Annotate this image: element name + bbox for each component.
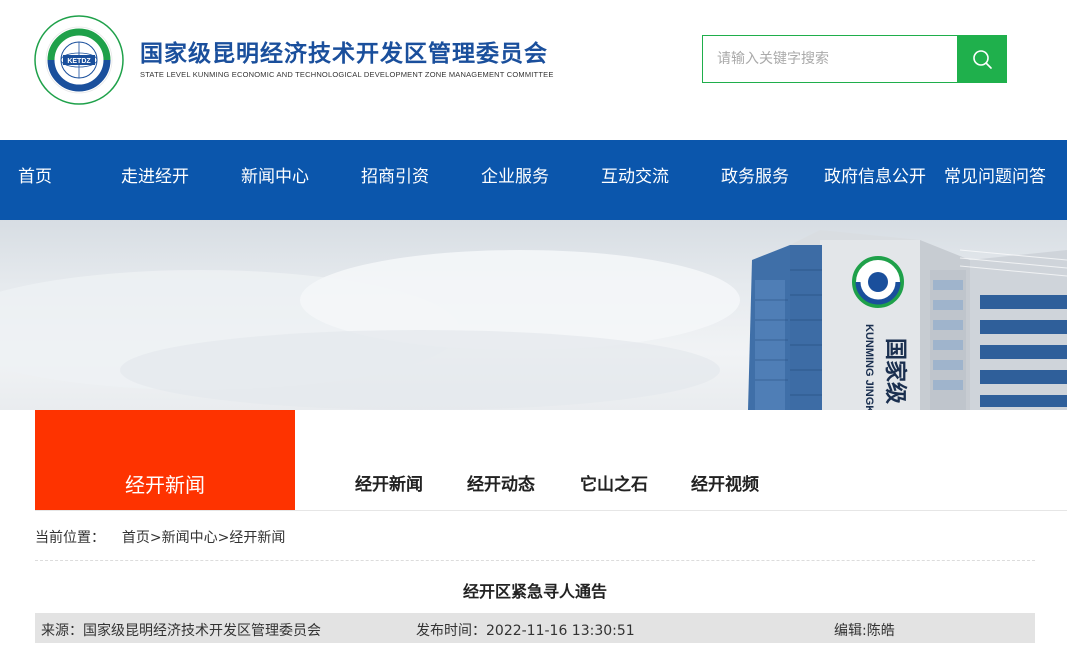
nav-item-info-disclosure[interactable]: 政府信息公开: [824, 140, 926, 220]
nav-item-home[interactable]: 首页: [18, 140, 52, 220]
nav-item-enterprise[interactable]: 企业服务: [481, 140, 549, 220]
article-title: 经开区紧急寻人通告: [462, 582, 607, 601]
article-editor: 编辑:陈皓: [834, 623, 895, 639]
subnav-item-videos[interactable]: 经开视频: [691, 470, 759, 495]
main-nav: 首页 走进经开 新闻中心 招商引资 企业服务 互动交流 政务服务 政府信息公开 …: [0, 140, 1067, 220]
search-icon: [973, 50, 992, 69]
search-button[interactable]: [957, 35, 1007, 83]
current-column-tab: 经开新闻: [35, 410, 295, 510]
site-subtitle: STATE LEVEL KUNMING ECONOMIC AND TECHNOL…: [140, 70, 554, 79]
breadcrumb-separator: >: [149, 530, 162, 546]
nav-item-interaction[interactable]: 互动交流: [601, 140, 669, 220]
nav-item-about[interactable]: 走进经开: [121, 140, 189, 220]
nav-item-faq[interactable]: 常见问题问答: [944, 140, 1046, 220]
current-column-label: 经开新闻: [125, 473, 205, 497]
breadcrumb-divider: [35, 560, 1035, 561]
site-header: KETDZ 国家级昆明经济技术开发区管理委员会 STATE LEVEL KUNM…: [0, 0, 1067, 140]
breadcrumb-current[interactable]: 经开新闻: [229, 530, 285, 546]
breadcrumb-home[interactable]: 首页: [122, 530, 150, 546]
breadcrumb-news-center[interactable]: 新闻中心: [162, 530, 218, 546]
nav-item-news[interactable]: 新闻中心: [241, 140, 309, 220]
logo-icon[interactable]: KETDZ: [33, 14, 125, 106]
nav-item-investment[interactable]: 招商引资: [361, 140, 429, 220]
nav-item-gov-service[interactable]: 政务服务: [721, 140, 789, 220]
breadcrumb: 当前位置： 首页>新闻中心>经开新闻: [35, 527, 285, 547]
svg-text:KUNMING JINGKAI: KUNMING JINGKAI: [863, 324, 875, 410]
banner-image: KUNMING JINGKAI 国家级: [0, 220, 1067, 410]
search-input[interactable]: [703, 36, 958, 82]
article-source: 来源：国家级昆明经济技术开发区管理委员会: [41, 623, 321, 639]
subnav-item-news[interactable]: 经开新闻: [355, 470, 423, 495]
subnav-item-updates[interactable]: 经开动态: [467, 470, 535, 495]
svg-text:国家级: 国家级: [882, 338, 908, 404]
site-title: 国家级昆明经济技术开发区管理委员会: [140, 41, 548, 67]
article-meta-bar: 来源：国家级昆明经济技术开发区管理委员会 发布时间：2022-11-16 13:…: [35, 613, 1035, 643]
svg-text:KETDZ: KETDZ: [67, 58, 91, 65]
article-publish-time: 发布时间：2022-11-16 13:30:51: [416, 623, 635, 639]
subnav-item-other-stones[interactable]: 它山之石: [580, 470, 648, 495]
breadcrumb-separator: >: [217, 530, 230, 546]
search-box: [702, 35, 958, 83]
breadcrumb-label: 当前位置：: [35, 530, 105, 546]
section-divider: [35, 510, 1067, 511]
